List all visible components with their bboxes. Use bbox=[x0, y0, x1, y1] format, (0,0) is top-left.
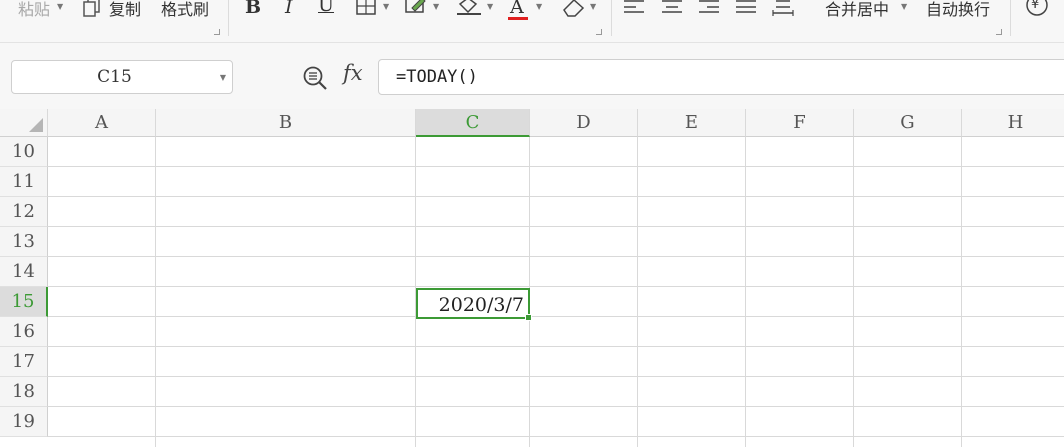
fill-color-dropdown-icon[interactable]: ▼ bbox=[433, 2, 439, 11]
row-header-19[interactable]: 19 bbox=[0, 407, 48, 437]
gridline bbox=[48, 166, 1064, 167]
row-header-18[interactable]: 18 bbox=[0, 377, 48, 407]
formula-input[interactable]: =TODAY() bbox=[378, 59, 1064, 95]
row-header-11[interactable]: 11 bbox=[0, 167, 48, 197]
row-header-15[interactable]: 15 bbox=[0, 287, 48, 317]
copy-icon bbox=[83, 0, 100, 17]
row-header-13[interactable]: 13 bbox=[0, 227, 48, 257]
paint-bucket-icon[interactable] bbox=[456, 0, 482, 16]
gridline bbox=[48, 406, 1064, 407]
row-header-14[interactable]: 14 bbox=[0, 257, 48, 287]
name-box-value: C15 bbox=[97, 67, 132, 87]
align-left-icon[interactable] bbox=[623, 0, 645, 14]
column-header-f[interactable]: F bbox=[746, 109, 854, 137]
gridline bbox=[48, 376, 1064, 377]
underline-button[interactable]: U bbox=[318, 0, 334, 16]
gridline bbox=[48, 286, 1064, 287]
column-header-g[interactable]: G bbox=[854, 109, 962, 137]
row-header-10[interactable]: 10 bbox=[0, 137, 48, 167]
gridline bbox=[637, 137, 638, 447]
copy-button[interactable]: 复制 bbox=[109, 0, 141, 20]
gridline bbox=[745, 137, 746, 447]
insert-function-button[interactable]: fx bbox=[343, 61, 363, 85]
merge-center-dropdown-icon[interactable]: ▼ bbox=[901, 2, 907, 11]
row-header-16[interactable]: 16 bbox=[0, 317, 48, 347]
fill-handle[interactable] bbox=[525, 314, 532, 321]
ribbon-separator bbox=[228, 0, 229, 36]
gridline bbox=[48, 256, 1064, 257]
merge-center-button[interactable]: 合并居中 bbox=[825, 0, 889, 20]
font-group-launcher-icon[interactable] bbox=[596, 29, 602, 35]
name-box[interactable]: C15 ▼ bbox=[11, 60, 233, 94]
clear-dropdown-icon[interactable]: ▼ bbox=[590, 2, 596, 11]
column-header-a[interactable]: A bbox=[48, 109, 156, 137]
gridline bbox=[48, 226, 1064, 227]
wrap-text-button[interactable]: 自动换行 bbox=[926, 0, 990, 20]
zoom-search-icon[interactable] bbox=[302, 65, 328, 91]
borders-dropdown-icon[interactable]: ▼ bbox=[383, 2, 389, 11]
bold-button[interactable]: B bbox=[245, 0, 261, 18]
font-color-dropdown-icon[interactable]: ▼ bbox=[536, 2, 542, 11]
justify-icon[interactable] bbox=[735, 0, 757, 14]
column-header-c[interactable]: C bbox=[416, 109, 530, 137]
distributed-align-icon[interactable] bbox=[772, 0, 794, 16]
font-color-swatch bbox=[508, 17, 528, 20]
paste-button[interactable]: 粘贴 bbox=[18, 0, 50, 20]
align-center-icon[interactable] bbox=[661, 0, 683, 14]
spreadsheet-grid[interactable]: A B C D E F G H 10 11 12 13 14 15 16 17 … bbox=[0, 109, 1064, 447]
gridline bbox=[48, 346, 1064, 347]
select-all-triangle-icon bbox=[29, 118, 43, 132]
gridline bbox=[48, 436, 1064, 437]
gridline bbox=[48, 196, 1064, 197]
column-header-b[interactable]: B bbox=[156, 109, 416, 137]
italic-button[interactable]: I bbox=[285, 0, 293, 18]
gridline bbox=[155, 137, 156, 447]
align-right-icon[interactable] bbox=[698, 0, 720, 14]
column-header-h[interactable]: H bbox=[962, 109, 1064, 137]
active-cell-c15[interactable]: 2020/3/7 bbox=[416, 288, 532, 321]
currency-symbol: ¥ bbox=[1031, 0, 1040, 12]
column-header-e[interactable]: E bbox=[638, 109, 746, 137]
row-header-17[interactable]: 17 bbox=[0, 347, 48, 377]
column-header-d[interactable]: D bbox=[530, 109, 638, 137]
ribbon-separator bbox=[1010, 0, 1011, 36]
font-color-button[interactable]: A bbox=[510, 0, 524, 18]
row-header-12[interactable]: 12 bbox=[0, 197, 48, 227]
ribbon-toolbar: 粘贴 ▼ 复制 格式刷 B I U ▼ ▼ ▼ A ▼ ▼ 合并居中 ▼ 自动换… bbox=[0, 0, 1064, 43]
borders-icon[interactable] bbox=[355, 0, 377, 16]
select-all-button[interactable] bbox=[0, 109, 48, 137]
gridline bbox=[853, 137, 854, 447]
paint-bucket-dropdown-icon[interactable]: ▼ bbox=[487, 2, 493, 11]
clipboard-group-launcher-icon[interactable] bbox=[214, 29, 220, 35]
name-box-dropdown-icon[interactable]: ▼ bbox=[220, 73, 226, 82]
paste-dropdown-icon[interactable]: ▼ bbox=[57, 2, 63, 11]
gridline bbox=[961, 137, 962, 447]
formula-bar: C15 ▼ fx =TODAY() bbox=[0, 43, 1064, 109]
cell-value: 2020/3/7 bbox=[438, 294, 524, 316]
eraser-icon[interactable] bbox=[561, 0, 587, 18]
fill-color-icon[interactable] bbox=[404, 0, 428, 16]
formula-value: =TODAY() bbox=[396, 67, 478, 87]
gridline bbox=[48, 316, 1064, 317]
format-painter-button[interactable]: 格式刷 bbox=[161, 0, 209, 20]
ribbon-separator bbox=[611, 0, 612, 36]
alignment-group-launcher-icon[interactable] bbox=[996, 29, 1002, 35]
